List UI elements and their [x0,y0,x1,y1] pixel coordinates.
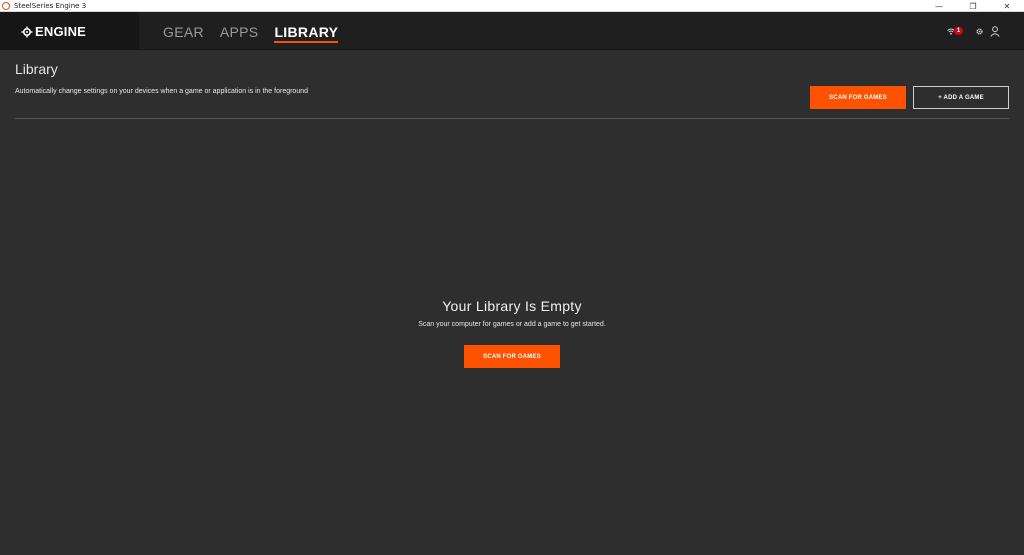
tab-gear[interactable]: GEAR [163,12,204,50]
gear-icon[interactable] [975,27,984,36]
tab-library[interactable]: LIBRARY [274,12,339,50]
notification-badge: 1 [954,27,963,35]
logo-text: ENGINE [35,23,87,39]
page-title: Library [15,61,58,77]
user-icon[interactable] [990,25,1000,37]
main-nav: GEAR APPS LIBRARY [163,12,354,50]
minimize-button[interactable]: — [922,0,956,12]
window-title: SteelSeries Engine 3 [14,1,87,10]
empty-state-title: Your Library Is Empty [442,298,582,314]
close-button[interactable]: ✕ [990,0,1024,12]
app-header: ENGINE GEAR APPS LIBRARY 1 [0,12,1024,50]
engine-logo[interactable]: ENGINE [0,12,139,50]
add-game-button[interactable]: + ADD A GAME [913,86,1009,109]
steelseries-app-icon [2,1,10,10]
empty-scan-for-games-button[interactable]: SCAN FOR GAMES [464,345,560,368]
page-description: Automatically change settings on your de… [15,88,309,95]
tab-apps[interactable]: APPS [220,12,259,50]
scan-for-games-button[interactable]: SCAN FOR GAMES [810,86,906,109]
header-icons: 1 [947,12,1000,50]
section-divider [15,118,1009,119]
restore-button[interactable]: ❐ [956,0,990,12]
window-controls: — ❐ ✕ [922,0,1024,12]
window-titlebar: SteelSeries Engine 3 — ❐ ✕ [0,0,1024,12]
steelseries-logo-icon [21,25,33,38]
empty-state-subtitle: Scan your computer for games or add a ga… [418,321,606,328]
notifications-button[interactable]: 1 [947,22,963,40]
